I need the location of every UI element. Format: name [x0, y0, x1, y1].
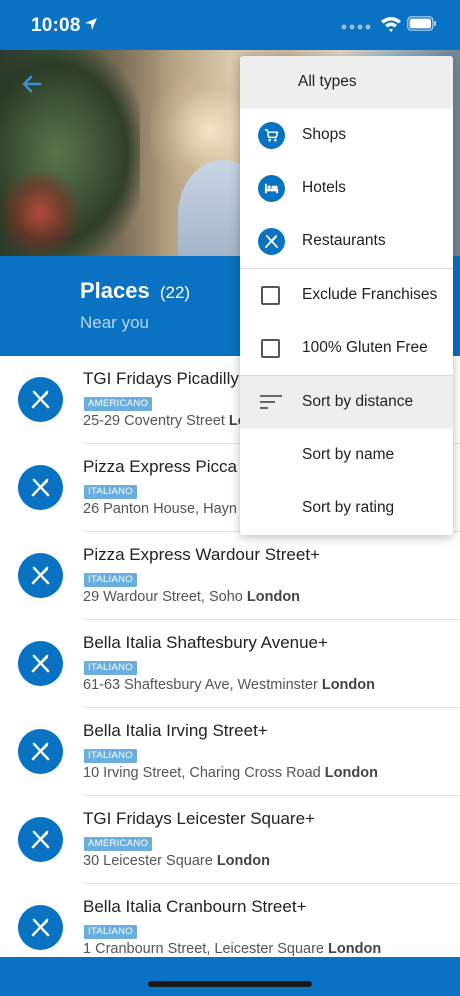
list-item[interactable]: TGI Fridays Leicester Square+ AMERICANO … — [0, 796, 460, 884]
wifi-icon — [381, 17, 401, 32]
menu-item-sort-rating[interactable]: Sort by rating — [240, 482, 453, 535]
page-title: Places (22) — [80, 278, 190, 304]
menu-item-label: Hotels — [302, 179, 346, 196]
home-indicator[interactable] — [148, 981, 312, 987]
list-item[interactable]: Pizza Express Wardour Street+ ITALIANO 2… — [0, 532, 460, 620]
place-street: 29 Wardour Street, Soho — [83, 589, 243, 605]
cuisine-tag: ITALIANO — [84, 661, 137, 675]
status-bar: 10:08 — [0, 0, 460, 50]
place-city: London — [321, 677, 375, 693]
place-street: 1 Cranbourn Street, Leicester Square — [83, 941, 324, 957]
signal-dots-icon — [341, 24, 371, 30]
places-count: (22) — [159, 283, 191, 302]
menu-item-gluten-free[interactable]: 100% Gluten Free — [240, 322, 453, 375]
menu-item-label: Exclude Franchises — [302, 286, 438, 303]
menu-item-sort-distance[interactable]: Sort by distance — [240, 376, 453, 429]
place-address: 30 Leicester Square London — [83, 853, 270, 869]
place-street: 61-63 Shaftesbury Ave, Westminster — [83, 677, 318, 693]
place-street: 10 Irving Street, Charing Cross Road — [83, 765, 321, 781]
list-item[interactable]: Bella Italia Irving Street+ ITALIANO 10 … — [0, 708, 460, 796]
restaurant-icon — [18, 905, 63, 950]
place-name: TGI Fridays Picadilly — [83, 369, 239, 388]
bed-icon — [258, 175, 285, 202]
cart-icon — [258, 122, 285, 149]
menu-item-label: Sort by rating — [302, 499, 395, 516]
menu-item-label: Sort by name — [302, 446, 395, 463]
restaurant-icon — [18, 817, 63, 862]
restaurant-icon — [18, 465, 63, 510]
place-address: 1 Cranbourn Street, Leicester Square Lon… — [83, 941, 381, 957]
back-arrow-icon[interactable] — [18, 70, 46, 98]
menu-item-sort-name[interactable]: Sort by name — [240, 429, 453, 482]
cuisine-tag: AMERICANO — [84, 837, 153, 851]
title-text: Places — [80, 278, 150, 303]
place-name: TGI Fridays Leicester Square+ — [83, 809, 315, 828]
menu-item-label: Restaurants — [302, 232, 386, 249]
cutlery-icon — [258, 228, 285, 255]
restaurant-icon — [18, 377, 63, 422]
battery-icon — [407, 16, 436, 31]
cuisine-tag: ITALIANO — [84, 925, 137, 939]
place-address: 26 Panton House, Hayn — [83, 501, 237, 517]
menu-item-exclude-franchises[interactable]: Exclude Franchises — [240, 269, 453, 322]
restaurant-icon — [18, 729, 63, 774]
place-name: Pizza Express Picca — [83, 457, 237, 476]
sort-icon — [260, 395, 282, 409]
menu-item-label: 100% Gluten Free — [302, 339, 428, 356]
menu-item-shops[interactable]: Shops — [240, 109, 453, 162]
bottom-bar — [0, 957, 460, 996]
menu-item-label: All types — [298, 73, 357, 90]
place-name: Bella Italia Irving Street+ — [83, 721, 268, 740]
cuisine-tag: AMERICANO — [84, 397, 153, 411]
place-city: London — [328, 941, 382, 957]
place-name: Bella Italia Cranbourn Street+ — [83, 897, 307, 916]
restaurant-icon — [18, 641, 63, 686]
restaurant-icon — [18, 553, 63, 598]
status-time: 10:08 — [31, 15, 81, 36]
menu-item-label: Sort by distance — [302, 393, 414, 410]
place-street: 25-29 Coventry Street — [83, 413, 225, 429]
place-city: London — [216, 853, 270, 869]
cuisine-tag: ITALIANO — [84, 485, 137, 499]
menu-item-hotels[interactable]: Hotels — [240, 162, 453, 215]
menu-item-restaurants[interactable]: Restaurants — [240, 215, 453, 268]
place-street: 30 Leicester Square — [83, 853, 213, 869]
cuisine-tag: ITALIANO — [84, 573, 137, 587]
cuisine-tag: ITALIANO — [84, 749, 137, 763]
location-arrow-icon — [85, 18, 97, 30]
list-item[interactable]: Bella Italia Shaftesbury Avenue+ ITALIAN… — [0, 620, 460, 708]
place-name: Bella Italia Shaftesbury Avenue+ — [83, 633, 328, 652]
place-address: 10 Irving Street, Charing Cross Road Lon… — [83, 765, 378, 781]
page-subtitle: Near you — [80, 313, 149, 332]
place-name: Pizza Express Wardour Street+ — [83, 545, 320, 564]
place-address: 61-63 Shaftesbury Ave, Westminster Londo… — [83, 677, 375, 693]
checkbox[interactable] — [261, 339, 280, 358]
menu-item-all-types[interactable]: All types — [240, 56, 453, 109]
filter-sort-menu: All types Shops Hotels Restaurants Exclu… — [240, 56, 453, 535]
checkbox[interactable] — [261, 286, 280, 305]
place-street: 26 Panton House, Hayn — [83, 501, 237, 517]
place-city: London — [246, 589, 301, 605]
place-address: 29 Wardour Street, Soho London — [83, 589, 300, 605]
place-city: London — [324, 765, 378, 781]
menu-item-label: Shops — [302, 126, 346, 143]
